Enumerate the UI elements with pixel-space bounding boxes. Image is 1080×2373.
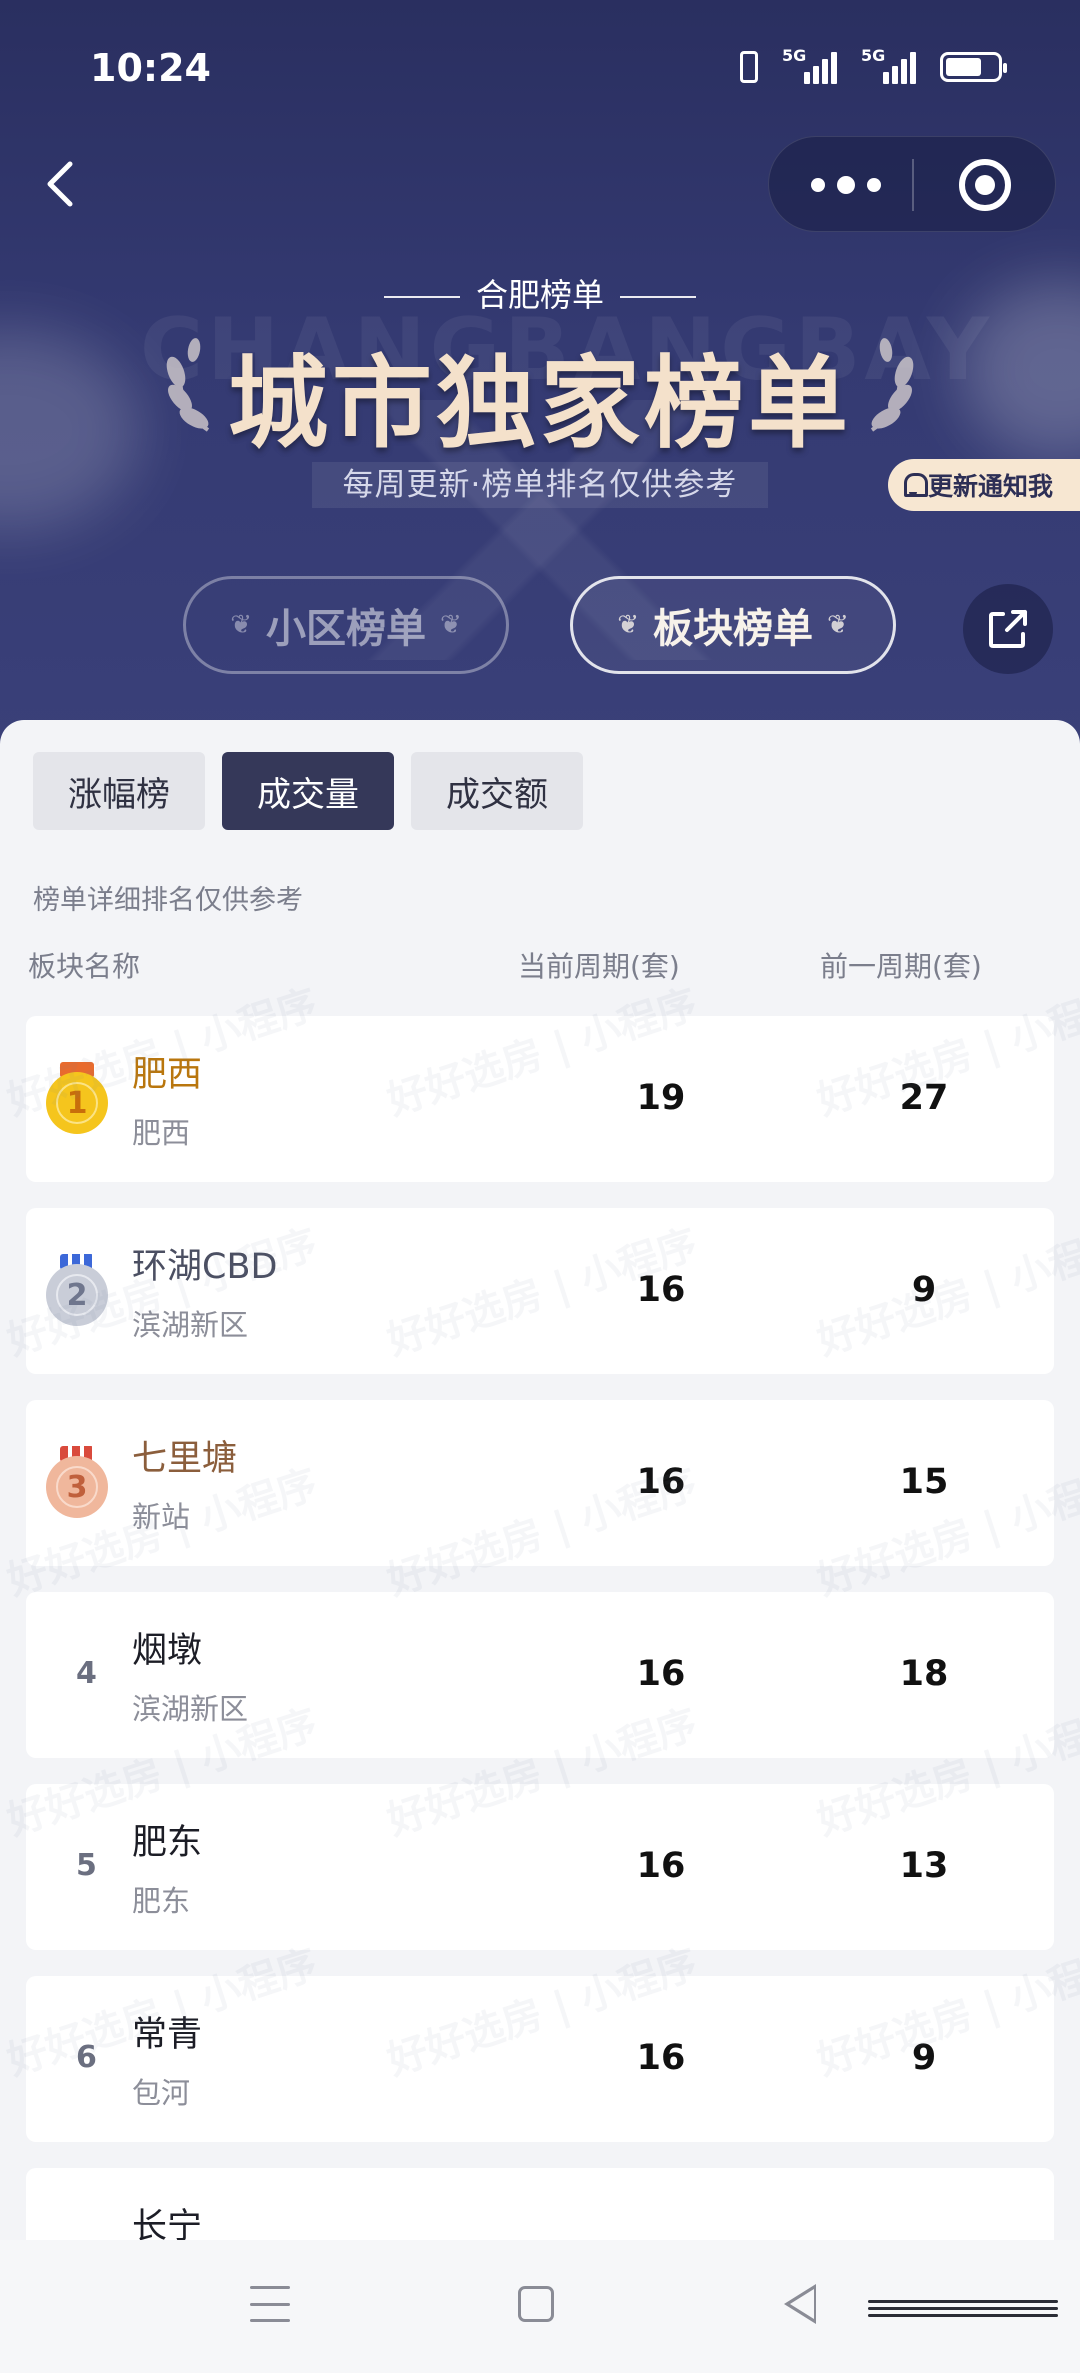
signal-5g-icon: 5G [782,46,837,84]
status-time: 10:24 [90,46,211,90]
rank-number: 6 [76,2040,97,2075]
previous-volume: 15 [899,1462,949,1502]
area-district: 包河 [132,2076,191,2110]
previous-volume: 9 [911,2038,937,2078]
rank-number: 4 [76,1656,97,1691]
table-row[interactable]: 5 肥东 肥东 16 13 [26,1784,1054,1950]
previous-volume: 27 [899,1078,949,1118]
home-icon[interactable] [518,2286,554,2322]
update-note: 每周更新·榜单排名仅供参考 [312,462,768,508]
previous-volume: 9 [911,1270,937,1310]
vibrate-icon [740,51,758,83]
segment-community-ranking[interactable]: ❦ 小区榜单 ❦ [183,576,509,674]
table-row[interactable]: 1 肥西 肥西 19 27 [26,1016,1054,1182]
area-district: 滨湖新区 [132,1308,249,1342]
current-volume: 16 [636,1654,686,1694]
segment-label: 小区榜单 [266,606,426,652]
sprig-icon: ❦ [827,610,849,640]
laurel-right-icon [870,338,914,432]
battery-icon [940,52,1007,82]
signal-label: 5G [782,46,807,65]
subtitle-text: 合肥榜单 [475,276,604,314]
mini-program-capsule [768,136,1056,232]
column-header-name: 板块名称 [28,950,141,983]
table-row[interactable]: 3 七里塘 新站 16 15 [26,1400,1054,1566]
signal-label: 5G [861,46,886,65]
bell-icon [902,473,928,497]
share-icon [989,610,1027,648]
notify-me-button[interactable]: 更新通知我 [888,459,1080,511]
previous-volume: 18 [899,1654,949,1694]
back-triangle-icon[interactable] [784,2284,816,2324]
bronze-medal-icon: 3 [46,1446,108,1518]
header-subtitle: 合肥榜单 [0,270,1080,316]
rank-number: 2 [56,1274,98,1316]
column-header-previous: 前一周期(套) [820,950,982,983]
segment-label: 板块榜单 [653,606,813,652]
sprig-icon: ❦ [230,610,252,640]
area-name: 烟墩 [132,1631,203,1671]
segment-area-ranking[interactable]: ❦ 板块榜单 ❦ [570,576,896,674]
gold-medal-icon: 1 [46,1062,108,1134]
chevron-left-icon [47,161,73,207]
silver-medal-icon: 2 [46,1254,108,1326]
system-nav-bar [0,2240,1080,2373]
area-name: 环湖CBD [132,1247,278,1287]
tab-price-increase[interactable]: 涨幅榜 [33,752,205,830]
status-bar: 10:24 5G 5G [0,0,1080,140]
rank-number: 5 [76,1848,97,1883]
table-row[interactable]: 4 烟墩 滨湖新区 16 18 [26,1592,1054,1758]
capsule-divider [912,159,914,211]
more-icon[interactable] [811,173,881,197]
pull-indicator-icon [868,2300,1058,2317]
column-header-current: 当前周期(套) [518,950,680,983]
area-name: 七里塘 [132,1439,238,1479]
current-volume: 16 [636,1846,686,1886]
current-volume: 19 [636,1078,686,1118]
area-district: 滨湖新区 [132,1692,249,1726]
notify-label: 更新通知我 [928,472,1054,501]
current-volume: 16 [636,1270,686,1310]
disclaimer-text: 榜单详细排名仅供参考 [33,885,303,916]
status-icons: 5G 5G [740,46,1007,84]
menu-icon[interactable] [250,2286,290,2322]
rank-number: 3 [56,1466,98,1508]
current-volume: 16 [636,1462,686,1502]
rank-number: 1 [56,1082,98,1124]
area-name: 肥西 [132,1055,203,1095]
signal-5g-icon: 5G [861,46,916,84]
area-district: 肥西 [132,1116,191,1150]
table-row[interactable]: 2 环湖CBD 滨湖新区 16 9 [26,1208,1054,1374]
sprig-icon: ❦ [617,610,639,640]
tab-volume[interactable]: 成交量 [222,752,394,830]
area-district: 新站 [132,1500,191,1534]
previous-volume: 13 [899,1846,949,1886]
close-target-icon[interactable] [959,159,1011,211]
area-district: 肥东 [132,1884,191,1918]
area-name: 常青 [132,2015,203,2055]
share-button[interactable] [963,584,1053,674]
table-row[interactable]: 6 常青 包河 16 9 [26,1976,1054,2142]
back-button[interactable] [40,158,80,210]
sprig-icon: ❦ [440,610,462,640]
area-name: 肥东 [132,1823,203,1863]
tab-amount[interactable]: 成交额 [411,752,583,830]
current-volume: 16 [636,2038,686,2078]
